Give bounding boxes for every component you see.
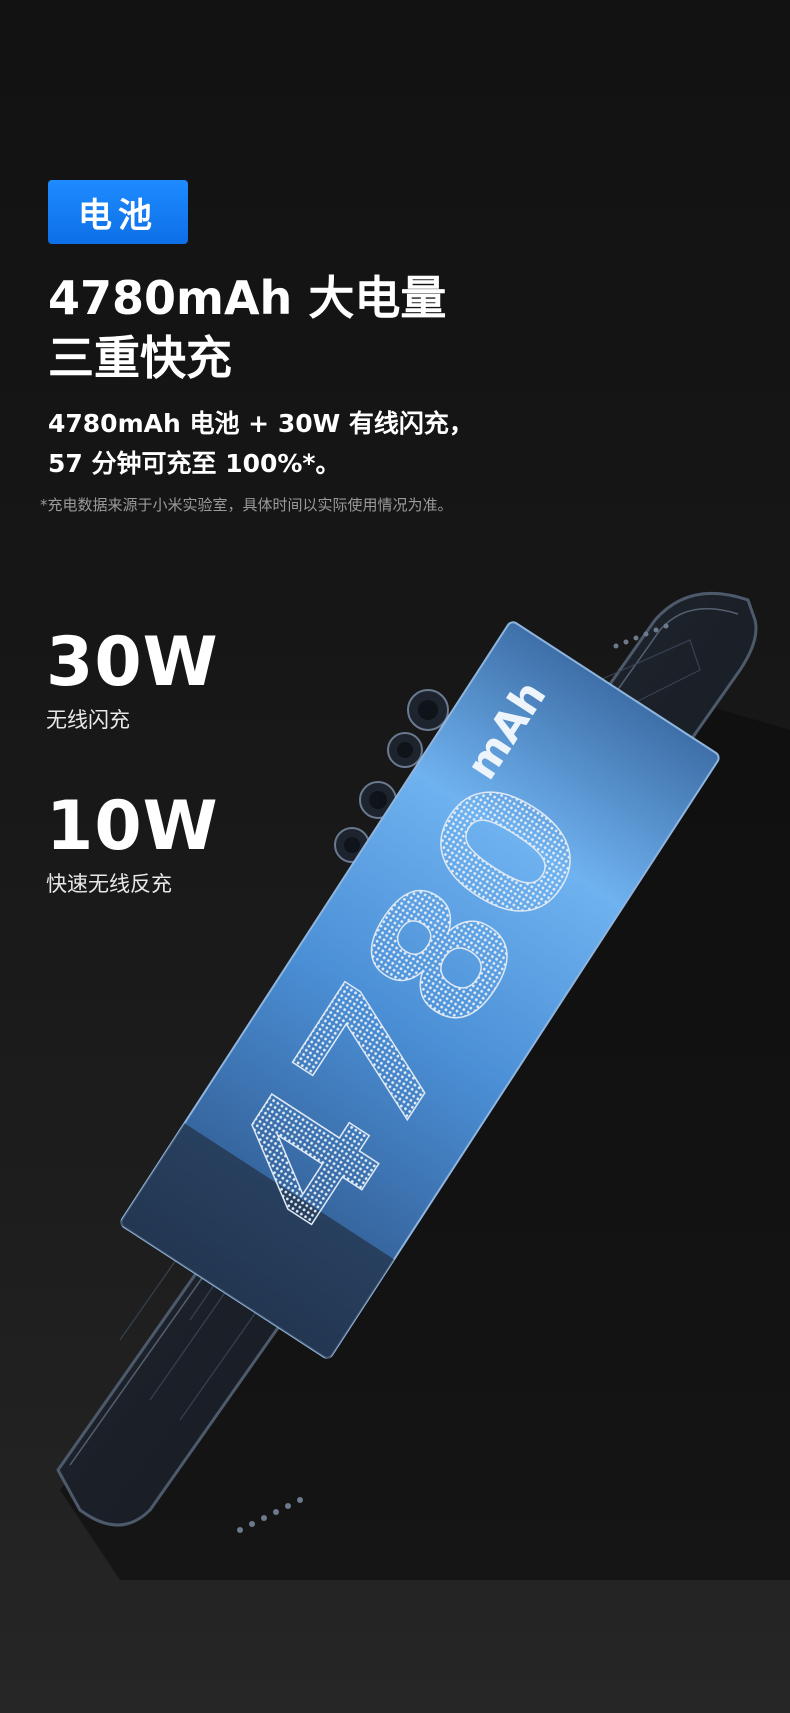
subheadline: 4780mAh 电池 + 30W 有线闪充， 57 分钟可充至 100%*。 [48,404,748,484]
subheadline-line-1: 4780mAh 电池 + 30W 有线闪充， [48,409,474,438]
headline-line-1: 4780mAh 大电量 [48,271,447,325]
phone-xray-illustration: 4780 mAh [56,591,790,1580]
product-page: 电池 4780mAh 大电量 三重快充 4780mAh 电池 + 30W 有线闪… [0,0,790,1713]
headline-line-2: 三重快充 [48,331,232,385]
subheadline-line-2: 57 分钟可充至 100%*。 [48,449,341,478]
footnote: *充电数据来源于小米实验室，具体时间以实际使用情况为准。 [40,496,453,514]
battery-badge: 电池 [48,180,188,244]
headline: 4780mAh 大电量 三重快充 [48,268,748,388]
